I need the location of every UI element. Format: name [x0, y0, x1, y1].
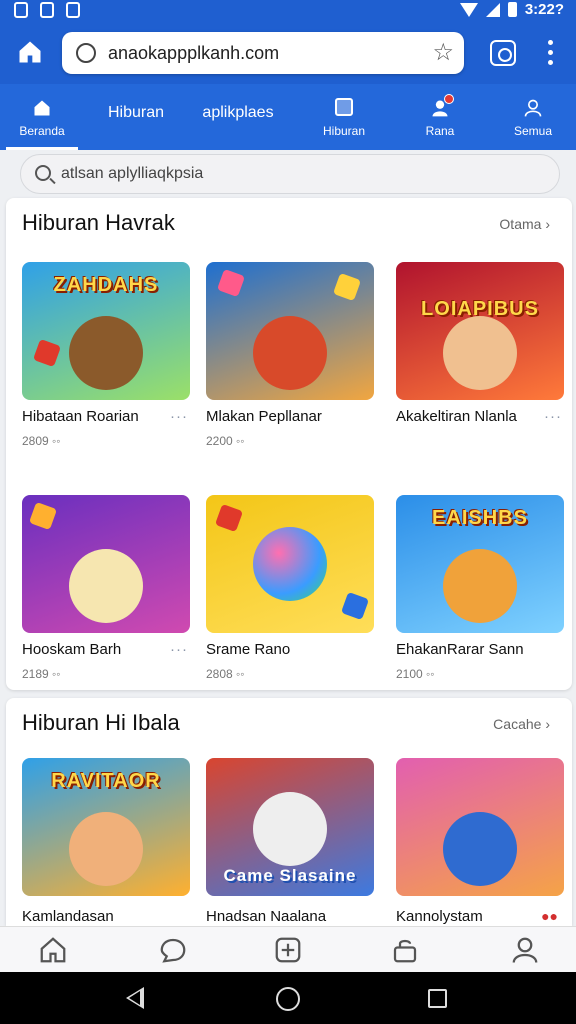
app-title: Kamlandasan: [22, 908, 114, 925]
home-icon[interactable]: [16, 38, 44, 66]
more-options-icon[interactable]: ···: [544, 408, 562, 425]
thumbnail-title: EAISHBS: [432, 507, 528, 529]
app-thumbnail[interactable]: LOIAPIBUS: [396, 262, 564, 400]
section-hiburan-hi-ibala: Hiburan Hi Ibala Cacahe › RAVITAOR Kamla…: [6, 698, 572, 926]
app-meta: 2808 ◦◦: [206, 667, 245, 681]
app-thumbnail[interactable]: Came Slasaine: [206, 758, 374, 896]
favorite-icon[interactable]: ●●: [541, 908, 558, 924]
search-icon: [35, 165, 51, 181]
category-tabs: Beranda Hiburan aplikplaes Hiburan Rana …: [0, 84, 576, 150]
add-icon[interactable]: [273, 935, 303, 965]
see-more-link[interactable]: Cacahe ›: [493, 716, 550, 732]
lock-icon[interactable]: [390, 935, 420, 965]
more-options-icon[interactable]: ···: [170, 408, 188, 425]
more-options-icon[interactable]: ···: [170, 641, 188, 658]
tab-label: Hiburan: [322, 124, 366, 138]
bottom-navigation: [0, 926, 576, 972]
app-thumbnail[interactable]: [22, 495, 190, 633]
browser-toolbar: anaokappplkanh.com ☆: [0, 24, 576, 84]
more-vert-icon[interactable]: [545, 38, 555, 68]
section-title: Hiburan Havrak: [22, 210, 175, 235]
profile-icon[interactable]: [510, 935, 540, 965]
square-icon: [335, 98, 353, 116]
sim-icon: [14, 2, 28, 18]
app-thumbnail[interactable]: RAVITAOR: [22, 758, 190, 896]
app-meta: 2100 ◦◦: [396, 667, 435, 681]
url-text[interactable]: anaokappplkanh.com: [108, 43, 279, 64]
section-hiburan-havrak: Hiburan Havrak Otama › ZAHDAHS Hibataan …: [6, 198, 572, 690]
status-bar: 3:22?: [0, 0, 576, 24]
notification-icon: [40, 2, 54, 18]
wifi-icon: [459, 2, 478, 17]
app-meta: 2189 ◦◦: [22, 667, 61, 681]
info-icon[interactable]: [76, 43, 96, 63]
app-thumbnail[interactable]: EAISHBS: [396, 495, 564, 633]
signal-icon: [485, 2, 500, 17]
app-meta: 2809 ◦◦: [22, 434, 61, 448]
clock: 3:22?: [524, 1, 564, 18]
app-thumbnail[interactable]: [206, 495, 374, 633]
app-title: Hibataan Roarian: [22, 408, 139, 425]
search-placeholder: atlsan aplylliaqkpsia: [61, 165, 204, 182]
tab-semua[interactable]: Semua: [500, 84, 566, 150]
notification-icon: [66, 2, 80, 18]
tab-label: Semua: [513, 124, 553, 138]
person-icon: [524, 99, 542, 117]
app-meta: 2200 ◦◦: [206, 434, 245, 448]
tab-label: Beranda: [19, 124, 65, 138]
tab-aplikasi[interactable]: aplikplaes: [190, 84, 286, 150]
app-title: Hnadsan Naalana: [206, 908, 327, 925]
app-thumbnail[interactable]: [396, 758, 564, 896]
tab-beranda[interactable]: Beranda: [6, 84, 78, 150]
system-navigation: [0, 972, 576, 1024]
chat-icon[interactable]: [158, 935, 188, 965]
tabs-icon[interactable]: [490, 40, 516, 66]
tab-rana[interactable]: Rana: [408, 84, 472, 150]
star-icon[interactable]: ☆: [432, 38, 454, 67]
tab-hiburan-2[interactable]: Hiburan: [310, 84, 378, 150]
see-more-label: Otama: [499, 216, 542, 232]
app-thumbnail[interactable]: [206, 262, 374, 400]
thumbnail-title: ZAHDAHS: [53, 274, 159, 296]
app-thumbnail[interactable]: ZAHDAHS: [22, 262, 190, 400]
back-icon[interactable]: [126, 987, 144, 1009]
address-bar[interactable]: anaokappplkanh.com ☆: [62, 32, 464, 74]
home-circle-icon[interactable]: [276, 987, 300, 1011]
battery-icon: [507, 2, 517, 17]
app-title: Mlakan Pepllanar: [206, 408, 322, 425]
home-icon: [34, 100, 50, 116]
app-title: Akakeltiran Nlanla: [396, 408, 517, 425]
recents-icon[interactable]: [428, 989, 447, 1008]
app-title: Srame Rano: [206, 641, 291, 658]
app-title: Hooskam Barh: [22, 641, 122, 658]
tab-label: aplikplaes: [202, 104, 274, 121]
see-more-label: Cacahe: [493, 716, 542, 732]
app-title: EhakanRarar Sann: [396, 641, 524, 658]
search-input[interactable]: atlsan aplylliaqkpsia: [20, 154, 560, 194]
see-more-link[interactable]: Otama ›: [499, 216, 550, 232]
thumbnail-title: Came Slasaine: [223, 866, 357, 885]
thumbnail-title: RAVITAOR: [51, 770, 161, 792]
tab-label: Rana: [425, 124, 455, 138]
section-title: Hiburan Hi Ibala: [22, 710, 180, 735]
tab-hiburan[interactable]: Hiburan: [96, 84, 176, 150]
tab-label: Hiburan: [107, 104, 165, 121]
home-icon[interactable]: [38, 935, 68, 965]
app-title: Kannolystam: [396, 908, 483, 925]
notification-badge: [444, 94, 454, 104]
